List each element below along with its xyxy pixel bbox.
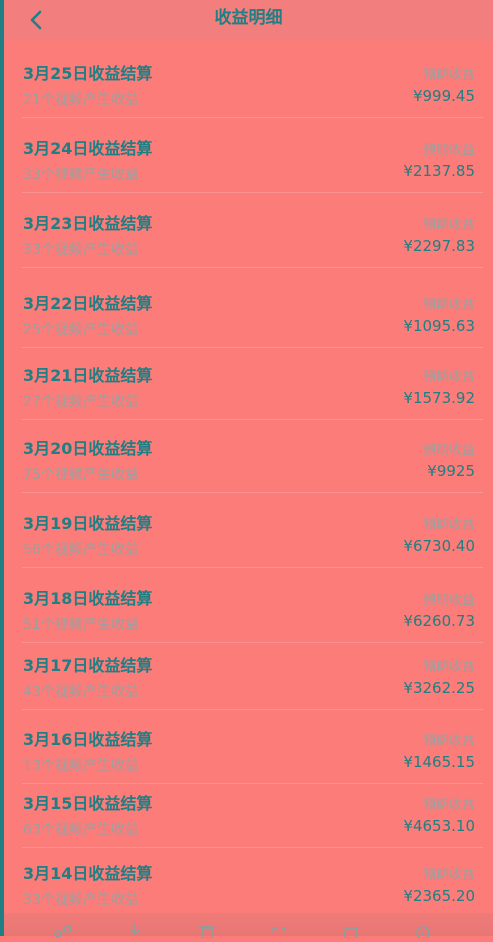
expected-earnings-amount: ¥2365.20 bbox=[403, 887, 475, 905]
settlement-subtitle: 25个视频产生收益 bbox=[23, 322, 139, 338]
settlement-subtitle: 63个视频产生收益 bbox=[23, 822, 139, 838]
expected-earnings-label: 预期收益 bbox=[422, 68, 475, 83]
expected-earnings-label: 预期收益 bbox=[422, 734, 475, 749]
settlement-title: 3月22日收益结算 bbox=[23, 294, 153, 313]
info-icon[interactable] bbox=[412, 923, 434, 940]
expected-earnings-label: 预期收益 bbox=[422, 298, 475, 313]
divider bbox=[22, 117, 483, 118]
expected-earnings-label: 预期收益 bbox=[422, 868, 475, 883]
expected-earnings-label: 预期收益 bbox=[422, 518, 475, 533]
crop-icon[interactable] bbox=[340, 923, 362, 939]
scan-icon[interactable] bbox=[268, 923, 290, 937]
list-item[interactable]: 3月24日收益结算 33个视频产生收益 预期收益 ¥2137.85 bbox=[4, 123, 493, 193]
list-item[interactable]: 3月20日收益结算 75个视频产生收益 预期收益 ¥9925 bbox=[4, 423, 493, 493]
expected-earnings-label: 预期收益 bbox=[422, 218, 475, 233]
divider bbox=[22, 267, 483, 268]
settlement-subtitle: 43个视频产生收益 bbox=[23, 684, 139, 700]
divider bbox=[22, 419, 483, 420]
settlement-subtitle: 33个视频产生收益 bbox=[23, 167, 139, 183]
list-item[interactable]: 3月18日收益结算 51个视频产生收益 预期收益 ¥6260.73 bbox=[4, 573, 493, 643]
settlement-subtitle: 75个视频产生收益 bbox=[23, 467, 139, 483]
top-bar: 收益明细 bbox=[4, 0, 493, 40]
settlement-title: 3月24日收益结算 bbox=[23, 139, 153, 158]
download-icon[interactable] bbox=[124, 923, 146, 937]
settlement-title: 3月21日收益结算 bbox=[23, 366, 153, 385]
expected-earnings-label: 预期收益 bbox=[422, 143, 475, 158]
delete-icon[interactable] bbox=[196, 923, 218, 939]
list-item[interactable]: 3月16日收益结算 13个视频产生收益 预期收益 ¥1465.15 bbox=[4, 714, 493, 784]
list-item[interactable]: 3月15日收益结算 63个视频产生收益 预期收益 ¥4653.10 bbox=[4, 778, 493, 848]
settlement-title: 3月18日收益结算 bbox=[23, 589, 153, 608]
settlement-title: 3月15日收益结算 bbox=[23, 794, 153, 813]
bottom-toolbar bbox=[4, 913, 493, 940]
settlement-title: 3月25日收益结算 bbox=[23, 64, 153, 83]
list-item[interactable]: 3月25日收益结算 21个视频产生收益 预期收益 ¥999.45 bbox=[4, 48, 493, 118]
expected-earnings-label: 预期收益 bbox=[422, 798, 475, 813]
list-item[interactable]: 3月17日收益结算 43个视频产生收益 预期收益 ¥3262.25 bbox=[4, 640, 493, 710]
expected-earnings-amount: ¥6260.73 bbox=[403, 612, 475, 630]
expected-earnings-amount: ¥2137.85 bbox=[403, 162, 475, 180]
expected-earnings-amount: ¥1465.15 bbox=[403, 753, 475, 771]
divider bbox=[22, 192, 483, 193]
settlement-title: 3月16日收益结算 bbox=[23, 730, 153, 749]
list-item[interactable]: 3月19日收益结算 56个视频产生收益 预期收益 ¥6730.40 bbox=[4, 498, 493, 568]
expected-earnings-amount: ¥9925 bbox=[427, 462, 475, 480]
expected-earnings-amount: ¥6730.40 bbox=[403, 537, 475, 555]
divider bbox=[22, 567, 483, 568]
settlement-subtitle: 51个视频产生收益 bbox=[23, 617, 139, 633]
list-item[interactable]: 3月14日收益结算 33个视频产生收益 预期收益 ¥2365.20 bbox=[4, 848, 493, 918]
divider bbox=[22, 347, 483, 348]
expected-earnings-label: 预期收益 bbox=[422, 443, 475, 458]
page-title: 收益明细 bbox=[214, 8, 283, 28]
settlement-subtitle: 56个视频产生收益 bbox=[23, 542, 139, 558]
divider bbox=[22, 709, 483, 710]
settlement-subtitle: 27个视频产生收益 bbox=[23, 394, 139, 410]
settlement-title: 3月17日收益结算 bbox=[23, 656, 153, 675]
settlement-title: 3月23日收益结算 bbox=[23, 214, 153, 233]
expected-earnings-amount: ¥4653.10 bbox=[403, 817, 475, 835]
share-icon[interactable] bbox=[52, 923, 74, 938]
list-item[interactable]: 3月23日收益结算 33个视频产生收益 预期收益 ¥2297.83 bbox=[4, 198, 493, 268]
list-item[interactable]: 3月22日收益结算 25个视频产生收益 预期收益 ¥1095.63 bbox=[4, 278, 493, 348]
expected-earnings-label: 预期收益 bbox=[422, 370, 475, 385]
settlement-subtitle: 21个视频产生收益 bbox=[23, 92, 139, 108]
settlement-subtitle: 33个视频产生收益 bbox=[23, 242, 139, 258]
settlement-title: 3月19日收益结算 bbox=[23, 514, 153, 533]
expected-earnings-label: 预期收益 bbox=[422, 593, 475, 608]
expected-earnings-amount: ¥3262.25 bbox=[403, 679, 475, 697]
expected-earnings-label: 预期收益 bbox=[422, 660, 475, 675]
expected-earnings-amount: ¥999.45 bbox=[412, 87, 475, 105]
list-item[interactable]: 3月21日收益结算 27个视频产生收益 预期收益 ¥1573.92 bbox=[4, 350, 493, 420]
expected-earnings-amount: ¥1095.63 bbox=[403, 317, 475, 335]
divider bbox=[22, 492, 483, 493]
settlement-subtitle: 33个视频产生收益 bbox=[23, 892, 139, 908]
settlement-subtitle: 13个视频产生收益 bbox=[23, 758, 139, 774]
expected-earnings-amount: ¥1573.92 bbox=[403, 389, 475, 407]
settlement-title: 3月14日收益结算 bbox=[23, 864, 153, 883]
settlement-title: 3月20日收益结算 bbox=[23, 439, 153, 458]
expected-earnings-amount: ¥2297.83 bbox=[403, 237, 475, 255]
